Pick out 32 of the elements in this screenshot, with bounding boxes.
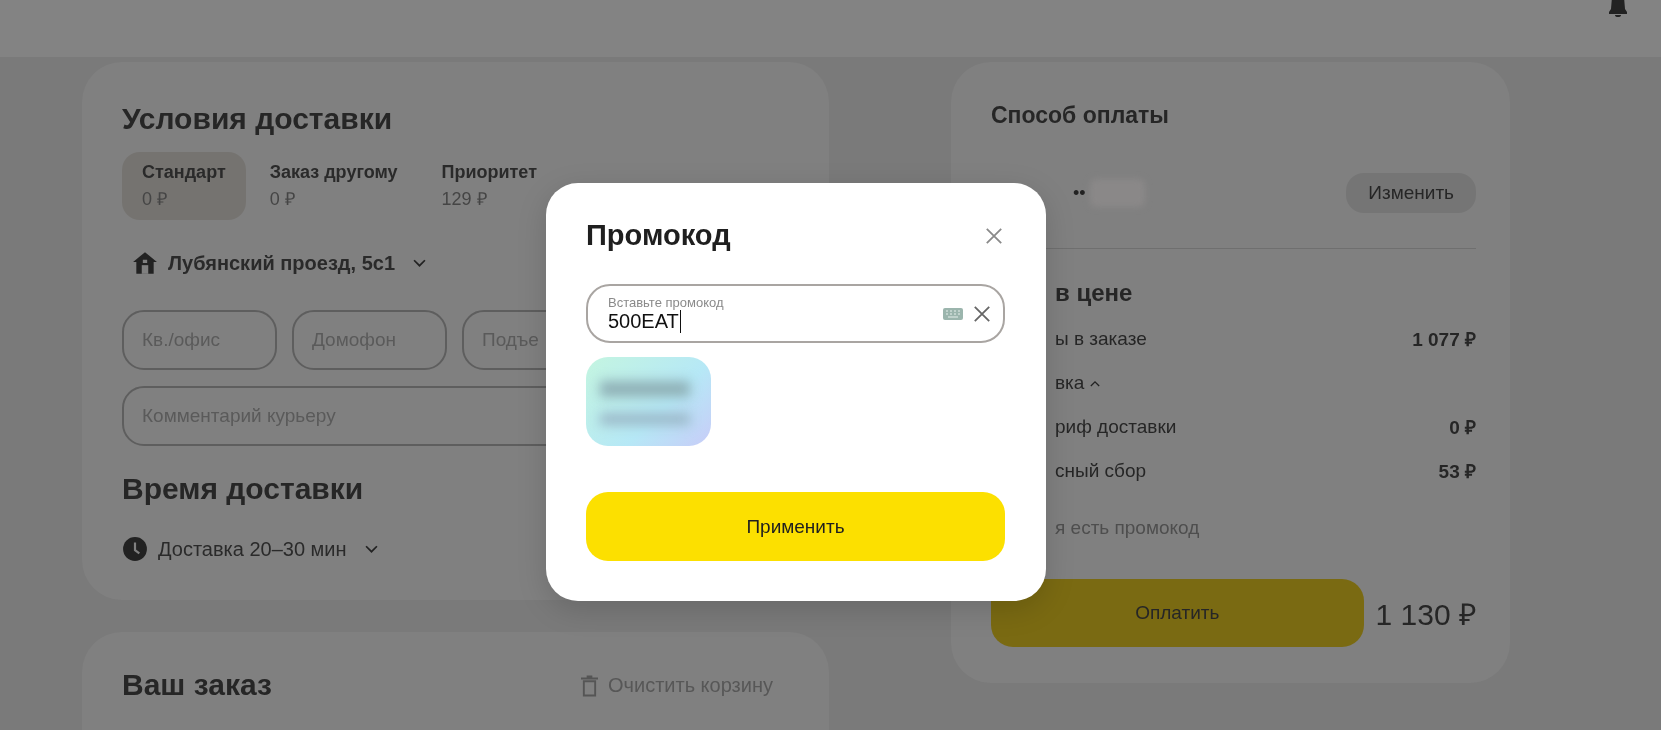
card-number: •• bbox=[1073, 182, 1086, 204]
dialog-title: Промокод bbox=[586, 219, 731, 252]
chevron-down-icon[interactable] bbox=[364, 544, 378, 554]
delivery-tab[interactable]: Приоритет 129 ₽ bbox=[421, 152, 557, 220]
summary-label: ы в заказе bbox=[1055, 328, 1147, 350]
address-selector[interactable]: Лубянский проезд, 5с1 bbox=[168, 251, 396, 275]
delivery-time-selector[interactable]: Доставка 20–30 мин bbox=[158, 537, 347, 561]
section-title: в цене bbox=[1055, 279, 1134, 307]
house-icon bbox=[132, 250, 158, 276]
clear-icon[interactable] bbox=[973, 304, 991, 323]
summary-value: 53 ₽ bbox=[1438, 460, 1476, 484]
change-button[interactable]: Изменить bbox=[1346, 173, 1476, 213]
summary-value: 1 077 ₽ bbox=[1412, 328, 1476, 352]
summary-label: сный сбор bbox=[1055, 460, 1147, 482]
delivery-toggle[interactable]: вка bbox=[1055, 372, 1101, 394]
apply-button[interactable]: Применить bbox=[586, 492, 1005, 561]
trash-icon bbox=[581, 674, 598, 697]
section-title: Ваш заказ bbox=[122, 668, 272, 702]
chevron-down-icon[interactable] bbox=[413, 258, 427, 268]
total-amount: 1 130 ₽ bbox=[1375, 596, 1476, 633]
promo-code-field[interactable]: Вставьте промокод 500EAT bbox=[586, 284, 1005, 343]
summary-value: 0 ₽ bbox=[1449, 416, 1476, 440]
section-title: Условия доставки bbox=[122, 102, 394, 136]
section-title: Способ оплаты bbox=[991, 102, 1170, 129]
caret-icon bbox=[1090, 379, 1101, 387]
bell-icon[interactable] bbox=[1608, 0, 1628, 19]
section-title: Время доставки bbox=[122, 472, 365, 506]
pay-button[interactable]: Оплатить bbox=[991, 579, 1364, 647]
delivery-tab[interactable]: Заказ другому 0 ₽ bbox=[249, 152, 418, 220]
clock-icon bbox=[122, 536, 148, 562]
summary-label: риф доставки bbox=[1055, 416, 1177, 438]
close-icon[interactable] bbox=[985, 226, 1003, 245]
